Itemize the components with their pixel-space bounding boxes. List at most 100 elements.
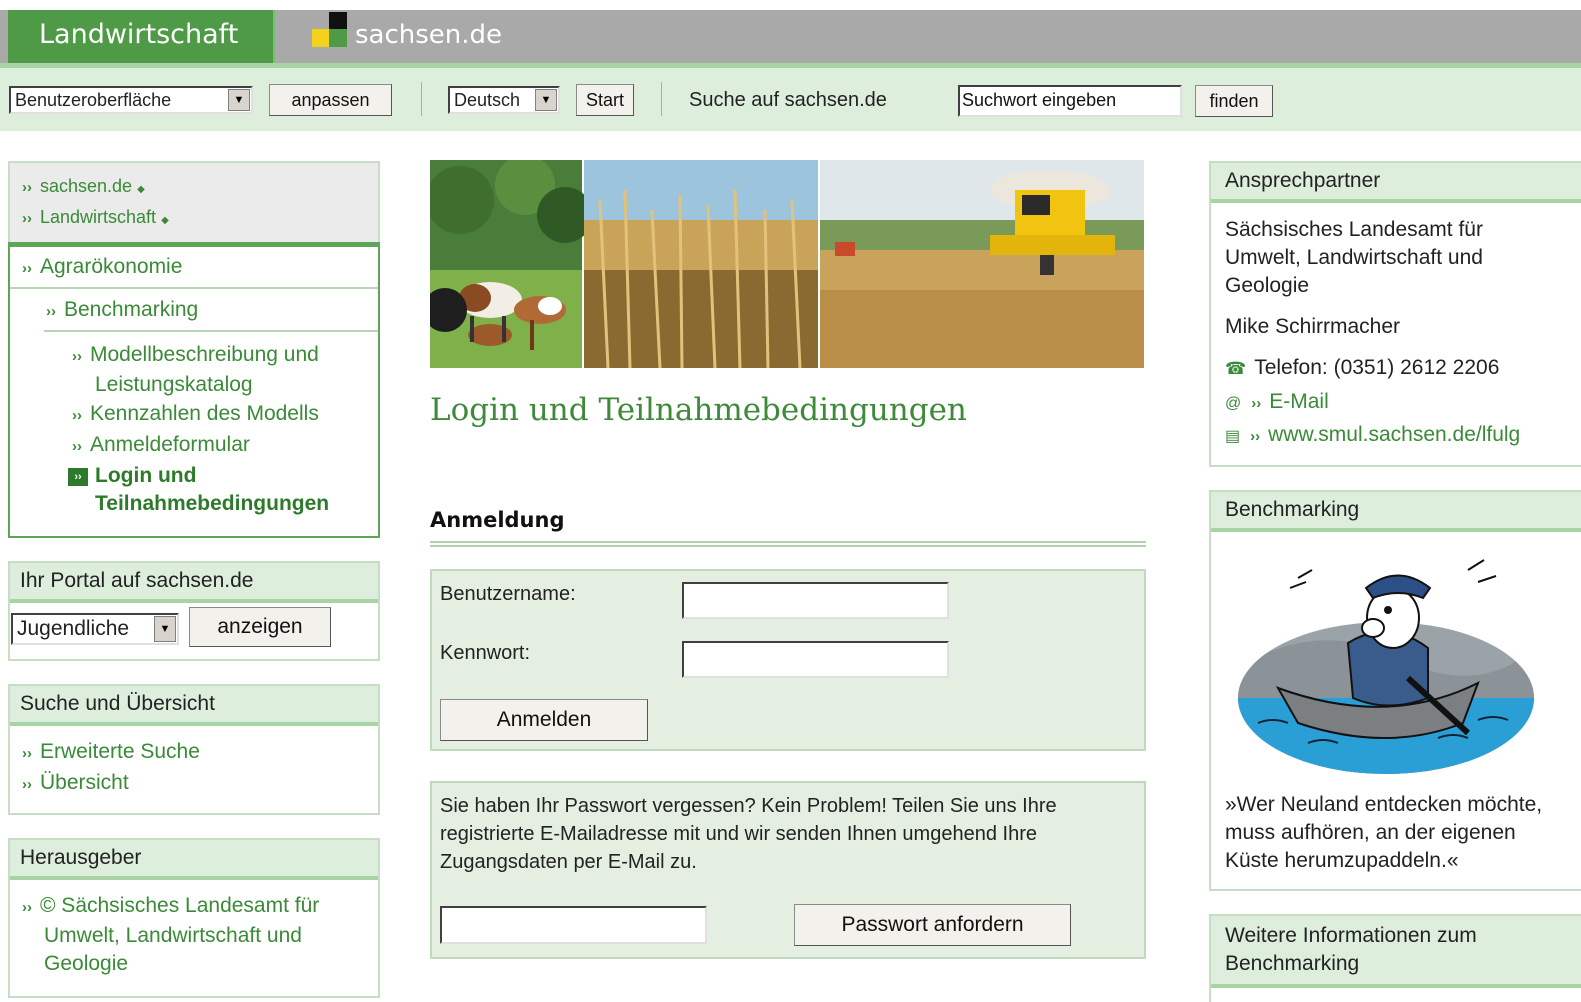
- more-info-title: Weitere Informationen zum Benchmarking: [1211, 916, 1581, 988]
- email-link[interactable]: E-Mail: [1269, 390, 1329, 413]
- toolbar-divider: [661, 82, 662, 116]
- monitor-icon: ▤: [1225, 428, 1241, 445]
- nav-link-label: Agrarökonomie: [40, 255, 183, 278]
- arrow-right-icon: ››: [72, 348, 82, 365]
- nav-link-label: Modellbeschreibung und: [90, 343, 319, 366]
- ui-select-value: Benutzeroberfläche: [15, 90, 172, 110]
- arrow-right-icon: ››: [22, 899, 32, 916]
- diamond-icon: ◆: [161, 215, 169, 226]
- contact-org: Sächsisches Landesamt für Umwelt, Landwi…: [1225, 216, 1483, 300]
- email-icon: @: [1225, 395, 1242, 412]
- benchmarking-title: Benchmarking: [1211, 492, 1581, 532]
- search-label: Suche auf sachsen.de: [689, 89, 887, 111]
- paddler-illustration: [1238, 548, 1534, 774]
- search-input[interactable]: Suchwort eingeben: [958, 85, 1182, 117]
- nav-link-login-current[interactable]: ›› Login und Teilnahmebedingungen: [68, 462, 329, 518]
- request-password-button[interactable]: Passwort anfordern: [794, 904, 1071, 946]
- link-advanced-search[interactable]: ›› Erweiterte Suche: [22, 738, 200, 768]
- page-title: Login und Teilnahmebedingungen: [430, 392, 967, 428]
- publisher-line3: Geologie: [44, 952, 129, 975]
- more-info-line2: Benchmarking: [1225, 952, 1360, 975]
- publisher-title: Herausgeber: [10, 840, 378, 880]
- quote-line3: Küste herumzupaddeln.«: [1225, 849, 1459, 872]
- contact-title: Ansprechpartner: [1211, 163, 1581, 203]
- arrow-right-icon: ››: [22, 210, 32, 227]
- arrow-right-icon: ››: [22, 260, 32, 277]
- contact-org-line1: Sächsisches Landesamt für: [1225, 218, 1483, 241]
- login-button[interactable]: Anmelden: [440, 699, 648, 741]
- language-select-value: Deutsch: [454, 90, 521, 110]
- contact-person: Mike Schirrmacher: [1225, 315, 1401, 338]
- forgot-line1: Sie haben Ihr Passwort vergessen? Kein P…: [440, 795, 1057, 817]
- section-divider: [430, 541, 1146, 547]
- arrow-right-icon: ››: [72, 438, 82, 455]
- nav-link-modellbeschreibung[interactable]: ›› Modellbeschreibung und Leistungskatalo…: [72, 341, 319, 399]
- quote-line2: muss aufhören, an der eigenen: [1225, 821, 1516, 844]
- arrow-right-icon: ››: [22, 776, 32, 793]
- web-link[interactable]: www.smul.sachsen.de/lfulg: [1268, 423, 1520, 446]
- customize-button[interactable]: anpassen: [269, 84, 392, 116]
- current-page-icon: ››: [68, 468, 88, 486]
- portal-select[interactable]: Jugendliche ▼: [11, 613, 179, 645]
- username-input[interactable]: [682, 582, 949, 619]
- benchmarking-quote: »Wer Neuland entdecken möchte, muss aufh…: [1225, 791, 1542, 875]
- arrow-right-icon: ››: [1250, 428, 1261, 445]
- chevron-down-icon[interactable]: ▼: [535, 89, 557, 111]
- nav-link-anmeldeformular[interactable]: ›› Anmeldeformular: [72, 431, 250, 461]
- diamond-icon: ◆: [137, 184, 145, 195]
- publisher-line1: © Sächsisches Landesamt für: [40, 894, 320, 917]
- nav-link-benchmarking[interactable]: ›› Benchmarking: [46, 296, 198, 326]
- header-banner-image: [430, 160, 1144, 368]
- password-label: Kennwort:: [440, 642, 531, 664]
- more-info-line1: Weitere Informationen zum: [1225, 924, 1477, 947]
- language-select[interactable]: Deutsch ▼: [448, 86, 560, 114]
- link-label: Übersicht: [40, 771, 129, 794]
- email-input[interactable]: [440, 906, 707, 944]
- password-input[interactable]: [682, 641, 949, 678]
- arrow-right-icon: ››: [22, 179, 32, 196]
- ui-select[interactable]: Benutzeroberfläche ▼: [9, 86, 253, 114]
- nav-link-label: Anmeldeformular: [90, 433, 250, 456]
- nav-link-label: Benchmarking: [64, 298, 199, 321]
- username-label: Benutzername:: [440, 583, 576, 605]
- nav-link-label: sachsen.de: [40, 176, 133, 196]
- sachsen-logo-icon: [312, 12, 347, 47]
- nav-divider: [10, 287, 378, 289]
- show-button[interactable]: anzeigen: [189, 607, 331, 647]
- contact-phone: Telefon: (0351) 2612 2206: [1254, 356, 1500, 379]
- start-button[interactable]: Start: [576, 84, 634, 116]
- nav-link-label-line2: Leistungskatalog: [95, 373, 253, 396]
- nav-link-sachsen-de[interactable]: ›› sachsen.de ◆: [22, 172, 145, 204]
- nav-link-agraroekonomie[interactable]: ›› Agrarökonomie: [22, 253, 182, 283]
- login-section-title: Anmeldung: [430, 508, 565, 532]
- link-label: Erweiterte Suche: [40, 740, 200, 763]
- nav-divider: [44, 330, 378, 332]
- forgot-line3: Zugangsdaten per E-Mail zu.: [440, 851, 697, 873]
- arrow-right-icon: ››: [46, 303, 56, 320]
- contact-email-row[interactable]: @ ›› E-Mail: [1225, 388, 1329, 418]
- tab-sachsen-de[interactable]: sachsen.de: [355, 10, 502, 63]
- find-button[interactable]: finden: [1195, 85, 1273, 117]
- search-overview-title: Suche und Übersicht: [10, 686, 378, 726]
- link-overview[interactable]: ›› Übersicht: [22, 769, 129, 799]
- publisher-link[interactable]: ›› © Sächsisches Landesamt für Umwelt, La…: [22, 892, 319, 978]
- publisher-line2: Umwelt, Landwirtschaft und: [44, 924, 302, 947]
- arrow-right-icon: ››: [72, 407, 82, 424]
- arrow-right-icon: ››: [1251, 395, 1262, 412]
- nav-link-label-line2: Teilnahmebedingungen: [95, 492, 330, 515]
- portal-title: Ihr Portal auf sachsen.de: [10, 563, 378, 603]
- more-info-box: Weitere Informationen zum Benchmarking: [1209, 914, 1581, 1002]
- nav-link-label: Kennzahlen des Modells: [90, 402, 319, 425]
- contact-web-row[interactable]: ▤ ›› www.smul.sachsen.de/lfulg: [1225, 421, 1520, 451]
- nav-link-label: Landwirtschaft: [40, 207, 157, 227]
- tab-landwirtschaft[interactable]: Landwirtschaft: [8, 10, 275, 63]
- nav-link-kennzahlen[interactable]: ›› Kennzahlen des Modells: [72, 400, 319, 430]
- nav-link-landwirtschaft[interactable]: ›› Landwirtschaft ◆: [22, 203, 169, 235]
- toolbar-divider: [421, 82, 422, 116]
- chevron-down-icon[interactable]: ▼: [228, 89, 250, 111]
- arrow-right-icon: ››: [22, 745, 32, 762]
- contact-org-line2: Umwelt, Landwirtschaft und: [1225, 246, 1483, 269]
- nav-link-label: Login und: [95, 464, 197, 487]
- quote-line1: »Wer Neuland entdecken möchte,: [1225, 793, 1543, 816]
- chevron-down-icon[interactable]: ▼: [154, 616, 176, 642]
